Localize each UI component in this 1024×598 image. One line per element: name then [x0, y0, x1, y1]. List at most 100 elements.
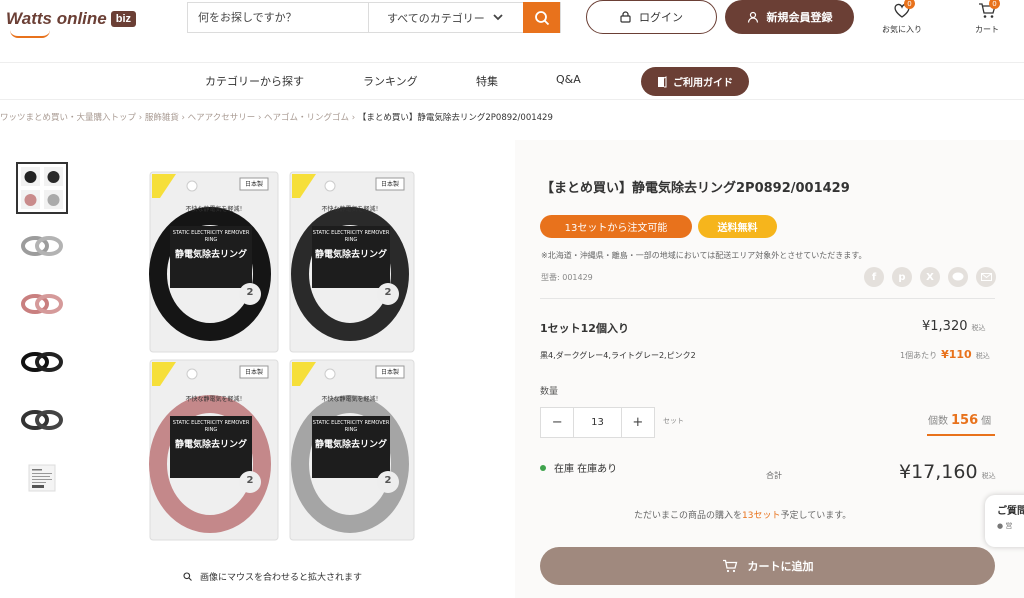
made-in-japan-label: 日本製 [380, 181, 399, 188]
nav-item-category[interactable]: カテゴリーから探す [205, 73, 304, 89]
logo-text: Watts online [6, 9, 107, 28]
color-breakdown: 黒4,ダークグレー4,ライトグレー2,ピンク2 [540, 351, 696, 360]
breadcrumb: ワッツまとめ買い・大量購入トップ › 服飾雑貨 › ヘアアクセサリー › ヘアゴ… [0, 113, 553, 123]
thumbnail-list [16, 162, 68, 510]
login-label: ログイン [639, 11, 683, 24]
darkgrey-ring-image [21, 410, 63, 430]
add-to-cart-label: カートに追加 [747, 560, 814, 573]
favorites-label: お気に入り [882, 25, 922, 34]
book-icon [658, 75, 667, 87]
zoom-hint: 画像にマウスを合わせると拡大されます [183, 570, 362, 583]
chevron-down-icon [493, 14, 503, 21]
search-button[interactable] [523, 2, 560, 33]
login-button[interactable]: ログイン [586, 0, 717, 34]
quantity-unit: セット [663, 417, 684, 425]
count-badge: 2 [384, 287, 392, 298]
free-shipping-tag: 送料無料 [698, 215, 777, 238]
quantity-increase-button[interactable]: + [622, 408, 654, 437]
category-select[interactable]: すべてのカテゴリー [369, 3, 523, 32]
cart-count-badge: 0 [989, 0, 1000, 9]
count-underline [927, 434, 995, 436]
divider [540, 298, 995, 299]
set-price: ¥1,320 税込 [922, 319, 986, 334]
search-input[interactable] [188, 3, 369, 32]
package-top-text-2: 不快な静電気を軽減！ [321, 206, 382, 213]
item-count: 個数 156 個 [928, 413, 992, 428]
made-in-japan-label: 日本製 [244, 369, 263, 376]
count-badge: 2 [246, 475, 254, 486]
breadcrumb-current: 【まとめ買い】静電気除去リング2P0892/001429 [357, 113, 553, 123]
chat-status: ● 営 [997, 522, 1013, 530]
product-info-panel [515, 140, 1024, 598]
count-badge: 2 [246, 287, 254, 298]
thumbnail-4[interactable] [16, 336, 68, 388]
register-button[interactable]: 新規会員登録 [725, 0, 854, 34]
purchase-message: ただいまこの商品の購入を13セット予定しています。 [634, 511, 852, 521]
pink-ring-image [21, 294, 63, 314]
package-label-2: STATIC ELECTRICITY REMOVER RING 静電気除去リング [312, 230, 390, 260]
thumbnail-6[interactable] [16, 452, 68, 504]
unit-price: 1個あたり ¥110 税込 [900, 348, 990, 361]
thumbnail-5[interactable] [16, 394, 68, 446]
logo-smile-icon [10, 30, 50, 38]
cart-link[interactable]: 0 カート [967, 0, 1007, 35]
favorites-count-badge: 0 [904, 0, 915, 9]
cart-icon [722, 559, 737, 573]
zoom-hint-text: 画像にマウスを合わせると拡大されます [200, 573, 363, 583]
in-stock-dot-icon [540, 464, 546, 471]
facebook-icon[interactable]: f [864, 267, 884, 287]
pinterest-icon[interactable]: p [892, 267, 912, 287]
chat-widget[interactable]: ご質問 ● 営 [985, 495, 1024, 547]
product-package-image [149, 171, 415, 541]
search-icon [534, 10, 549, 25]
add-to-cart-button[interactable]: カートに追加 [540, 547, 995, 585]
site-header: Watts online biz すべてのカテゴリー ログイン 新規会員登録 0… [0, 0, 1024, 62]
breadcrumb-item[interactable]: ヘアアクセサリー [188, 113, 256, 123]
package-top-text-1: 不快な静電気を軽減！ [185, 206, 246, 213]
thumbnail-3[interactable] [16, 278, 68, 330]
package-thumbnail-image [21, 167, 63, 209]
quantity-stepper: − 13 + [540, 407, 655, 438]
nav-item-ranking[interactable]: ランキング [363, 73, 418, 89]
made-in-japan-label: 日本製 [380, 369, 399, 376]
main-product-image[interactable]: STATIC ELECTRICITY REMOVER RING 静電気除去リング… [148, 168, 418, 546]
breadcrumb-item[interactable]: 服飾雑貨 [145, 113, 179, 123]
thumbnail-2[interactable] [16, 220, 68, 272]
made-in-japan-label: 日本製 [244, 181, 263, 188]
quantity-input[interactable]: 13 [573, 408, 622, 437]
favorites-link[interactable]: 0 お気に入り [882, 0, 922, 35]
total-price: ¥17,160 税込 [899, 461, 996, 483]
x-icon[interactable]: X [920, 267, 940, 287]
lock-icon [620, 11, 631, 23]
line-icon[interactable] [948, 267, 968, 287]
breadcrumb-item[interactable]: ヘアゴム・リングゴム [264, 113, 349, 123]
package-top-text-3: 不快な静電気を軽減！ [185, 396, 246, 403]
category-select-label: すべてのカテゴリー [386, 11, 485, 25]
package-back-image [28, 464, 56, 492]
guide-label: ご利用ガイド [673, 78, 733, 89]
guide-button[interactable]: ご利用ガイド [641, 67, 749, 96]
user-icon [747, 11, 758, 23]
breadcrumb-item[interactable]: ワッツまとめ買い・大量購入トップ [0, 113, 136, 123]
mail-icon[interactable] [976, 267, 996, 287]
shipping-notice: ※北海道・沖縄県・離島・一部の地域においては配送エリア対象外とさせていただきます… [541, 251, 867, 260]
quantity-label: 数量 [540, 387, 559, 397]
thumbnail-1[interactable] [16, 162, 68, 214]
set-label: 1セット12個入り [540, 322, 629, 335]
chat-title: ご質問 [997, 506, 1024, 517]
black-ring-image [21, 352, 63, 372]
site-logo[interactable]: Watts online biz [6, 6, 137, 38]
main-nav: カテゴリーから探す ランキング 特集 Q&A ご利用ガイド [0, 62, 1024, 100]
stock-status: 在庫 在庫あり [540, 460, 617, 475]
quantity-decrease-button[interactable]: − [541, 408, 573, 437]
search-bar: すべてのカテゴリー [187, 2, 561, 33]
nav-item-feature[interactable]: 特集 [476, 73, 498, 89]
nav-item-qa[interactable]: Q&A [556, 73, 581, 86]
package-label-3: STATIC ELECTRICITY REMOVER RING 静電気除去リング [172, 420, 250, 450]
total-label: 合計 [766, 471, 782, 480]
sku-label: 型番: 001429 [541, 273, 593, 282]
magnifier-icon [183, 572, 192, 581]
share-buttons: f p X [864, 267, 996, 287]
package-top-text-4: 不快な静電気を軽減！ [321, 396, 382, 403]
product-title: 【まとめ買い】静電気除去リング2P0892/001429 [541, 181, 850, 196]
